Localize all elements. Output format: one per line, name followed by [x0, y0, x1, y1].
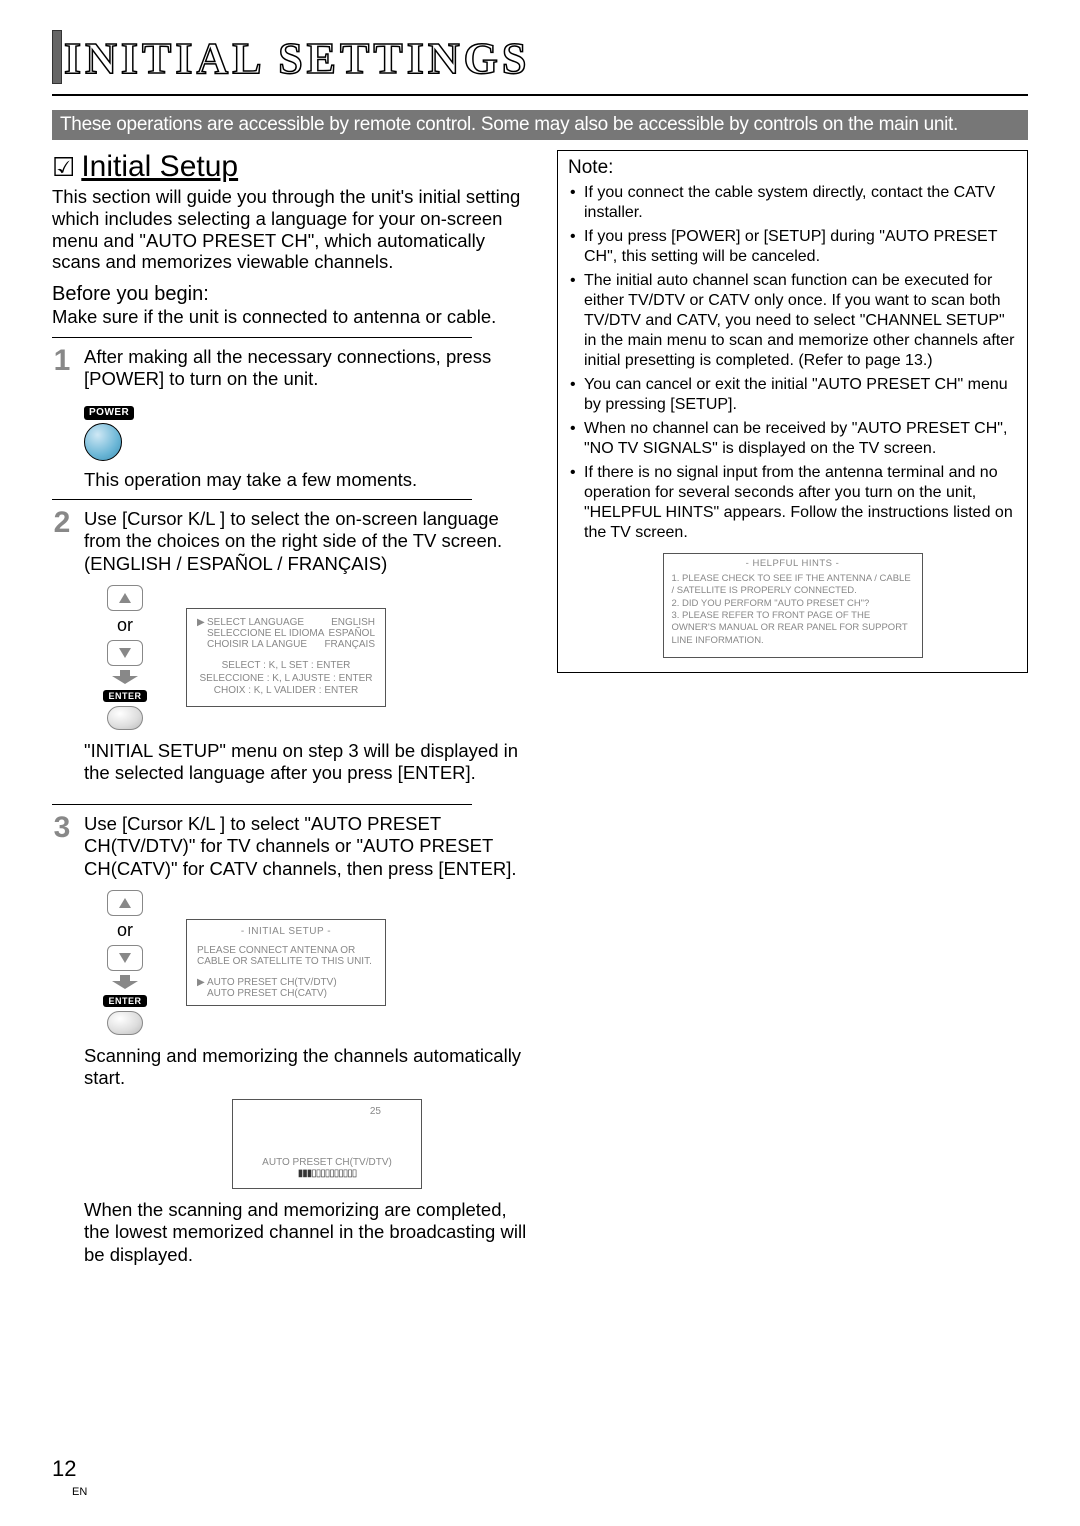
- page-title: INITIAL SETTINGS: [64, 33, 530, 84]
- osd-bottom-2: SELECCIONE : K, L AJUSTE : ENTER: [197, 673, 375, 686]
- page-header: INITIAL SETTINGS: [52, 30, 1028, 84]
- step-2-text: Use [Cursor K/L ] to select the on-scree…: [84, 508, 502, 573]
- enter-button-icon: [107, 1011, 143, 1035]
- note-box: Note: If you connect the cable system di…: [557, 150, 1028, 673]
- step-2-after: "INITIAL SETUP" menu on step 3 will be d…: [84, 740, 537, 784]
- note-item: If you press [POWER] or [SETUP] during "…: [584, 227, 1017, 267]
- hints-line: 2. DID YOU PERFORM "AUTO PRESET CH"?: [672, 598, 914, 610]
- step-3-done: When the scanning and memorizing are com…: [84, 1199, 537, 1266]
- note-item: You can cancel or exit the initial "AUTO…: [584, 375, 1017, 415]
- osd-bottom-3: CHOIX : K, L VALIDER : ENTER: [197, 685, 375, 698]
- access-note-bar: These operations are accessible by remot…: [52, 110, 1028, 140]
- enter-label: ENTER: [103, 690, 146, 702]
- enter-button-icon: [107, 706, 143, 730]
- hints-line: 1. PLEASE CHECK TO SEE IF THE ANTENNA / …: [672, 573, 914, 598]
- note-item: When no channel can be received by "AUTO…: [584, 419, 1017, 459]
- before-begin-body: Make sure if the unit is connected to an…: [52, 306, 537, 328]
- header-accent: [52, 30, 62, 84]
- caret-right-icon: ▶: [197, 617, 207, 628]
- scan-osd: 25 AUTO PRESET CH(TV/DTV) ▮▮▮▯▯▯▯▯▯▯▯▯▯: [232, 1099, 422, 1189]
- hints-line: 3. PLEASE REFER TO FRONT PAGE OF THE OWN…: [672, 610, 914, 647]
- osd-title: - INITIAL SETUP -: [197, 926, 375, 937]
- osd-francais: FRANÇAIS: [324, 639, 375, 650]
- left-column: ☑ Initial Setup This section will guide …: [52, 150, 547, 1266]
- osd-espanol: ESPAÑOL: [329, 628, 376, 639]
- power-label: POWER: [84, 406, 134, 420]
- osd-opt1: AUTO PRESET CH(TV/DTV): [207, 977, 337, 988]
- note-list: If you connect the cable system directly…: [568, 183, 1017, 543]
- caret-right-icon: ▶: [197, 977, 207, 988]
- step-number-3: 3: [52, 813, 72, 880]
- cursor-up-icon: [107, 890, 143, 916]
- step-3-body: Use [Cursor K/L ] to select "AUTO PRESET…: [84, 813, 537, 880]
- divider: [52, 499, 472, 500]
- step-1-text: After making all the necessary connectio…: [84, 346, 491, 389]
- osd-english: ENGLISH: [331, 617, 375, 628]
- intro-text: This section will guide you through the …: [52, 186, 537, 273]
- remote-cluster-2: or ENTER: [94, 890, 156, 1035]
- step-number-1: 1: [52, 346, 72, 492]
- remote-cluster: or ENTER: [94, 585, 156, 730]
- divider: [52, 337, 472, 338]
- scan-text: Scanning and memorizing the channels aut…: [84, 1045, 537, 1089]
- osd-bottom-1: SELECT : K, L SET : ENTER: [197, 660, 375, 673]
- page-number: 12 EN: [52, 1456, 87, 1500]
- page-num-value: 12: [52, 1456, 76, 1481]
- or-label: or: [117, 615, 133, 636]
- scan-number: 25: [243, 1106, 411, 1117]
- before-begin-title: Before you begin:: [52, 283, 537, 306]
- cursor-down-icon: [107, 640, 143, 666]
- osd-select-language: SELECT LANGUAGE: [207, 617, 304, 628]
- page-lang: EN: [72, 1486, 87, 1498]
- down-arrow-icon: [110, 975, 140, 989]
- cursor-up-icon: [107, 585, 143, 611]
- note-item: The initial auto channel scan function c…: [584, 271, 1017, 371]
- note-title: Note:: [568, 157, 1017, 179]
- header-rule: [52, 94, 1028, 96]
- osd-choisir: CHOISIR LA LANGUE: [197, 639, 307, 650]
- enter-label-2: ENTER: [103, 995, 146, 1007]
- down-arrow-icon: [110, 670, 140, 684]
- or-label-2: or: [117, 920, 133, 941]
- helpful-hints-osd: - HELPFUL HINTS - 1. PLEASE CHECK TO SEE…: [663, 553, 923, 658]
- hints-title: - HELPFUL HINTS -: [672, 558, 914, 569]
- step-1-moment: This operation may take a few moments.: [84, 469, 537, 491]
- step-1-body: After making all the necessary connectio…: [84, 346, 537, 492]
- power-button-icon: [84, 423, 122, 461]
- right-column: Note: If you connect the cable system di…: [547, 150, 1028, 1266]
- step-number-2: 2: [52, 508, 72, 575]
- step-3-text: Use [Cursor K/L ] to select "AUTO PRESET…: [84, 813, 517, 878]
- progress-bar-icon: ▮▮▮▯▯▯▯▯▯▯▯▯▯: [287, 1170, 367, 1178]
- scan-label: AUTO PRESET CH(TV/DTV): [243, 1157, 411, 1168]
- osd-msg: PLEASE CONNECT ANTENNA OR CABLE OR SATEL…: [197, 945, 375, 967]
- note-item: If you connect the cable system directly…: [584, 183, 1017, 223]
- osd-seleccione: SELECCIONE EL IDIOMA: [197, 628, 324, 639]
- checkmark-icon: ☑: [52, 154, 75, 180]
- section-title: Initial Setup: [81, 150, 238, 184]
- initial-setup-osd: - INITIAL SETUP - PLEASE CONNECT ANTENNA…: [186, 919, 386, 1006]
- divider: [52, 804, 472, 805]
- osd-opt2: AUTO PRESET CH(CATV): [197, 988, 375, 999]
- note-item: If there is no signal input from the ant…: [584, 463, 1017, 543]
- step-2-body: Use [Cursor K/L ] to select the on-scree…: [84, 508, 537, 575]
- language-osd: ▶SELECT LANGUAGE ENGLISH SELECCIONE EL ID…: [186, 608, 386, 707]
- cursor-down-icon: [107, 945, 143, 971]
